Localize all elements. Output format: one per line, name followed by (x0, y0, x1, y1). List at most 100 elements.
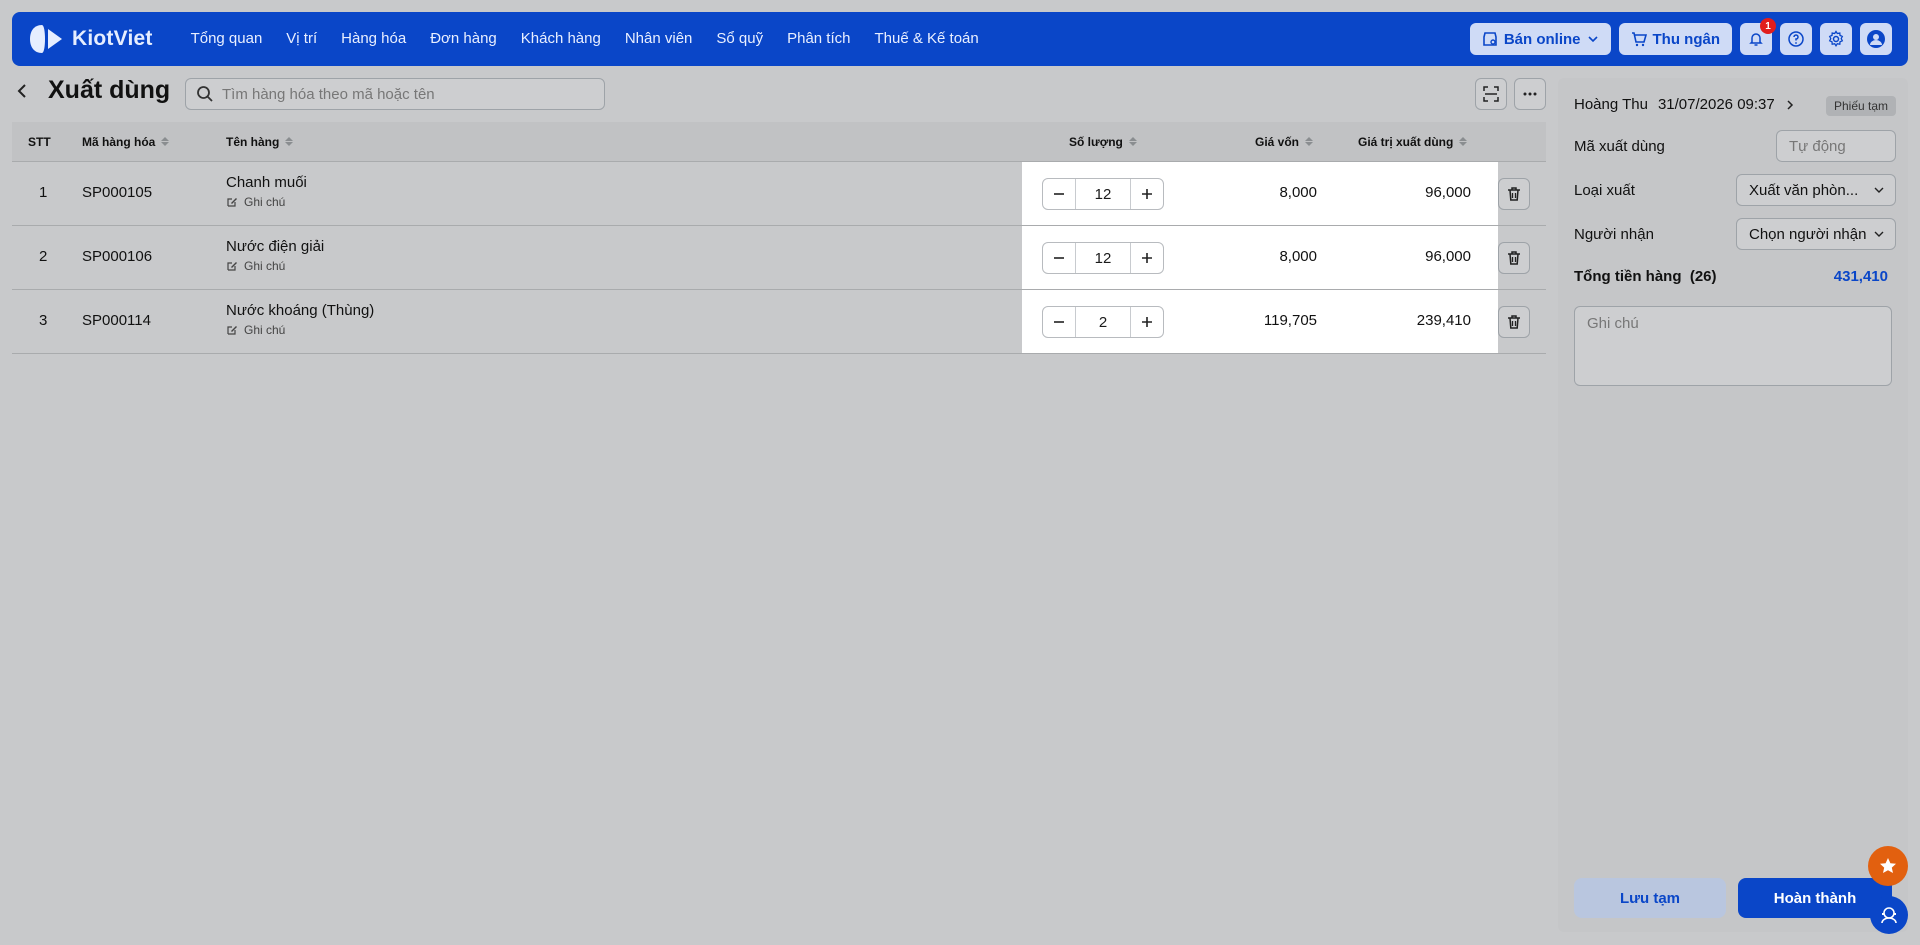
row-name-cell: Nước khoáng (Thùng) Ghi chú (226, 302, 374, 337)
increase-button[interactable] (1131, 243, 1163, 273)
chevron-down-icon (1587, 36, 1598, 43)
scan-button[interactable] (1475, 78, 1507, 110)
row-note-label: Ghi chú (244, 259, 286, 273)
row-note-button[interactable]: Ghi chú (226, 323, 374, 337)
nav-item-customers[interactable]: Khách hàng (509, 12, 613, 66)
row-cost: 8,000 (1279, 184, 1317, 201)
row-stt: 3 (39, 312, 48, 329)
panel-user-info[interactable]: Hoàng Thu 31/07/2026 09:37 (1574, 96, 1795, 113)
row-value: 96,000 (1425, 248, 1471, 265)
header-value-label: Giá trị xuất dùng (1358, 134, 1454, 149)
support-chat-fab[interactable] (1870, 896, 1908, 934)
help-button[interactable] (1780, 23, 1812, 55)
row-name-cell: Chanh muối Ghi chú (226, 174, 307, 209)
edit-icon (227, 262, 237, 271)
sort-icon (161, 137, 170, 146)
settings-button[interactable] (1820, 23, 1852, 55)
total-value: 431,410 (1833, 268, 1888, 285)
brand-name: KiotViet (72, 27, 153, 50)
header-qty[interactable]: Số lượng (1069, 135, 1137, 149)
type-label: Loại xuất (1574, 182, 1635, 199)
header-stt: STT (28, 135, 51, 149)
receiver-value: Chọn người nhận (1749, 225, 1867, 243)
quantity-input[interactable]: 12 (1075, 179, 1131, 209)
minus-icon (1054, 321, 1064, 323)
decrease-button[interactable] (1043, 179, 1075, 209)
row-product-name: Chanh muối (226, 174, 307, 191)
sort-icon (1305, 137, 1314, 146)
notification-badge: 1 (1760, 18, 1776, 34)
type-value: Xuất văn phòn... (1749, 181, 1859, 199)
sort-icon (285, 137, 294, 146)
nav-item-products[interactable]: Hàng hóa (329, 12, 418, 66)
status-badge: Phiếu tạm (1825, 96, 1896, 116)
nav-item-orders[interactable]: Đơn hàng (418, 12, 509, 66)
nav-item-tax-accounting[interactable]: Thuế & Kế toán (862, 12, 990, 66)
decrease-button[interactable] (1043, 307, 1075, 337)
main-nav: Tổng quan Vị trí Hàng hóa Đơn hàng Khách… (179, 12, 991, 66)
avatar[interactable] (1860, 23, 1892, 55)
row-note-button[interactable]: Ghi chú (226, 259, 324, 273)
total-count: (26) (1689, 268, 1717, 285)
more-options-button[interactable] (1514, 78, 1546, 110)
cart-icon (1631, 32, 1647, 47)
row-cost: 119,705 (1263, 312, 1317, 329)
cashier-button[interactable]: Thu ngân (1618, 23, 1732, 55)
delete-row-button[interactable] (1498, 178, 1530, 210)
receiver-select[interactable]: Chọn người nhận (1736, 218, 1896, 250)
complete-button[interactable]: Hoàn thành (1738, 878, 1892, 918)
total-label: Tổng tiền hàng (26) (1574, 268, 1717, 285)
row-name-cell: Nước điện giải Ghi chú (226, 238, 324, 273)
logo[interactable]: KiotViet (28, 21, 153, 57)
header-code[interactable]: Mã hàng hóa (82, 135, 170, 149)
chevron-down-icon (1874, 187, 1884, 193)
row-cost: 8,000 (1279, 248, 1317, 265)
increase-button[interactable] (1131, 179, 1163, 209)
trash-icon (1508, 187, 1520, 201)
header-name[interactable]: Tên hàng (226, 135, 294, 149)
search-input[interactable] (222, 85, 602, 103)
nav-item-staff[interactable]: Nhân viên (613, 12, 705, 66)
save-draft-button[interactable]: Lưu tạm (1574, 878, 1726, 918)
header-cost[interactable]: Giá vốn (1255, 135, 1314, 149)
help-icon (1788, 31, 1804, 47)
decrease-button[interactable] (1043, 243, 1075, 273)
star-icon (1880, 858, 1896, 873)
support-icon (1881, 907, 1897, 924)
notification-button[interactable]: 1 (1740, 18, 1776, 55)
quantity-stepper: 12 (1042, 178, 1164, 210)
row-note-label: Ghi chú (244, 195, 286, 209)
search-icon (197, 86, 213, 102)
row-code: SP000106 (82, 248, 153, 265)
favorite-fab[interactable] (1868, 846, 1908, 886)
more-icon (1523, 92, 1537, 96)
nav-item-cashbook[interactable]: Sổ quỹ (704, 12, 775, 66)
delete-row-button[interactable] (1498, 242, 1530, 274)
plus-icon (1142, 317, 1152, 327)
total-label-text: Tổng tiền hàng (1574, 268, 1682, 285)
nav-item-location[interactable]: Vị trí (274, 12, 329, 66)
table-row: 1 SP000105 Chanh muối Ghi chú 12 8,000 9… (12, 162, 1546, 226)
row-product-name: Nước khoáng (Thùng) (226, 302, 375, 319)
table-row: 3 SP000114 Nước khoáng (Thùng) Ghi chú 2… (12, 290, 1546, 354)
summary-panel: Hoàng Thu 31/07/2026 09:37 Phiếu tạm Mã … (1558, 78, 1908, 932)
nav-item-analytics[interactable]: Phân tích (775, 12, 862, 66)
items-table: STT Mã hàng hóa Tên hàng Số lượng Giá vố… (12, 122, 1546, 354)
increase-button[interactable] (1131, 307, 1163, 337)
row-stt: 1 (39, 184, 48, 201)
row-note-button[interactable]: Ghi chú (226, 195, 307, 209)
row-code: SP000105 (82, 184, 153, 201)
gear-icon (1828, 30, 1844, 48)
delete-row-button[interactable] (1498, 306, 1530, 338)
quantity-input[interactable]: 12 (1075, 243, 1131, 273)
sell-online-button[interactable]: Bán online (1469, 23, 1611, 55)
nav-item-overview[interactable]: Tổng quan (179, 12, 275, 66)
table-header: STT Mã hàng hóa Tên hàng Số lượng Giá vố… (12, 122, 1546, 162)
header-value[interactable]: Giá trị xuất dùng (1358, 134, 1468, 149)
user-name: Hoàng Thu (1574, 96, 1648, 113)
code-input[interactable]: Tự động (1776, 130, 1896, 162)
back-button[interactable] (12, 80, 32, 102)
note-textarea[interactable]: Ghi chú (1574, 306, 1892, 386)
type-select[interactable]: Xuất văn phòn... (1736, 174, 1896, 206)
quantity-input[interactable]: 2 (1075, 307, 1131, 337)
